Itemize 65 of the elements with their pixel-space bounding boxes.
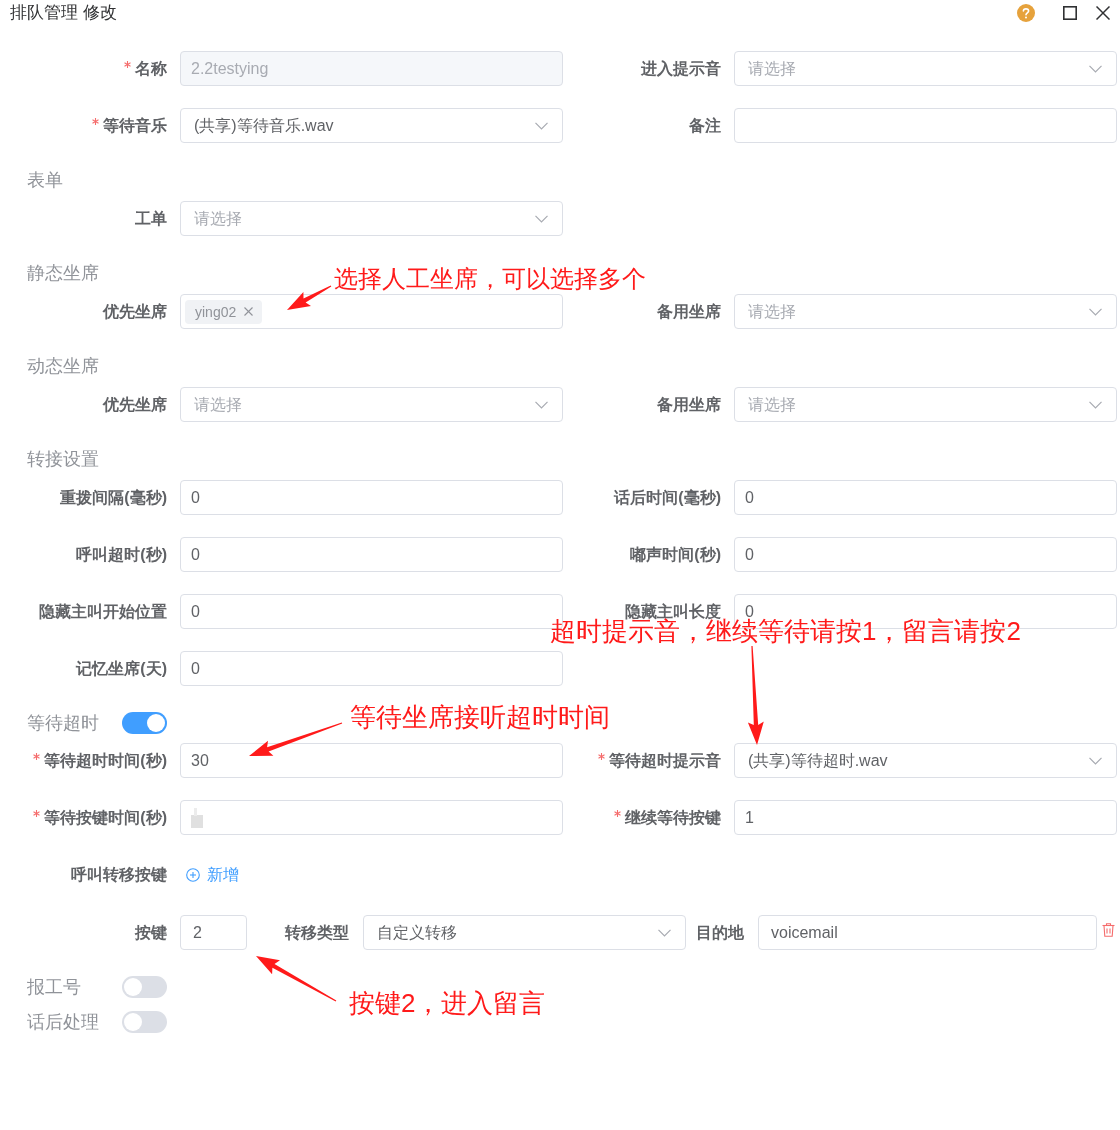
field-label: 进入提示音 <box>641 58 721 79</box>
text-input[interactable]: 2 <box>180 915 247 950</box>
switch-label: 等待超时 <box>27 712 99 734</box>
text-input[interactable]: 0 <box>180 651 563 686</box>
field-label: 优先坐席 <box>103 394 167 415</box>
chevron-down-icon <box>1089 64 1102 73</box>
field-label: 呼叫转移按键 <box>71 865 167 885</box>
chevron-down-icon <box>658 928 671 937</box>
field-label: 目的地 <box>696 922 744 943</box>
text-input[interactable] <box>734 108 1117 143</box>
select-field[interactable]: (共享)等待超时.wav <box>734 743 1117 778</box>
text-input[interactable]: 0 <box>180 480 563 515</box>
field-label: 隐藏主叫开始位置 <box>39 601 167 622</box>
field-label: 呼叫超时(秒) <box>76 544 167 565</box>
chevron-down-icon <box>535 214 548 223</box>
section-title: 转接设置 <box>27 448 99 470</box>
field-label: 等待音乐 <box>103 115 167 136</box>
maximize-icon[interactable] <box>1063 6 1077 20</box>
chevron-down-icon <box>535 121 548 130</box>
field-label: 名称 <box>135 58 167 79</box>
field-label: 等待超时时间(秒) <box>44 750 167 771</box>
window-title: 排队管理 修改 <box>10 3 117 23</box>
switch-label: 话后处理 <box>27 1011 99 1033</box>
annotation-text: 选择人工坐席，可以选择多个 <box>334 266 646 292</box>
text-input[interactable]: 30 <box>180 743 563 778</box>
toggle-switch[interactable] <box>122 1011 167 1033</box>
select-field[interactable]: (共享)等待音乐.wav <box>180 108 563 143</box>
annotation-text: 等待坐席接听超时时间 <box>350 703 610 731</box>
section-title: 静态坐席 <box>27 262 99 284</box>
annotation-arrow <box>287 285 332 310</box>
field-label: 转移类型 <box>285 922 349 943</box>
field-label: 按键 <box>135 922 167 943</box>
chevron-down-icon <box>535 400 548 409</box>
trash-icon[interactable] <box>1102 922 1115 937</box>
field-label: 优先坐席 <box>103 301 167 322</box>
help-icon[interactable] <box>1017 4 1035 22</box>
plus-circle-icon <box>186 868 200 882</box>
field-label: 话后时间(毫秒) <box>614 487 721 508</box>
field-label: 备用坐席 <box>657 301 721 322</box>
section-title: 动态坐席 <box>27 355 99 377</box>
field-label: 重拨间隔(毫秒) <box>60 487 167 508</box>
field-label: 继续等待按键 <box>625 807 721 828</box>
text-input[interactable]: 0 <box>734 480 1117 515</box>
field-label: 备注 <box>689 115 721 136</box>
field-label: 记忆坐席(天) <box>76 658 167 679</box>
text-input[interactable]: voicemail <box>758 915 1097 950</box>
text-input[interactable]: 1 <box>734 800 1117 835</box>
text-input[interactable]: 0 <box>734 537 1117 572</box>
select-field[interactable]: 自定义转移 <box>363 915 686 950</box>
switch-label: 报工号 <box>27 976 81 998</box>
chevron-down-icon <box>1089 400 1102 409</box>
chevron-down-icon <box>1089 307 1102 316</box>
field-label: 嘟声时间(秒) <box>630 544 721 565</box>
field-label: 等待按键时间(秒) <box>44 807 167 828</box>
toggle-switch[interactable] <box>122 976 167 998</box>
field-label: 等待超时提示音 <box>609 750 721 771</box>
text-input[interactable]: 0 <box>180 537 563 572</box>
section-title: 表单 <box>27 169 63 191</box>
field-label: 工单 <box>135 208 167 229</box>
annotation-text: 按键2，进入留言 <box>349 989 546 1017</box>
chevron-down-icon <box>1089 756 1102 765</box>
close-icon[interactable] <box>1096 6 1110 20</box>
field-label: 备用坐席 <box>657 394 721 415</box>
text-input[interactable] <box>180 800 563 835</box>
toggle-switch[interactable] <box>122 712 167 734</box>
